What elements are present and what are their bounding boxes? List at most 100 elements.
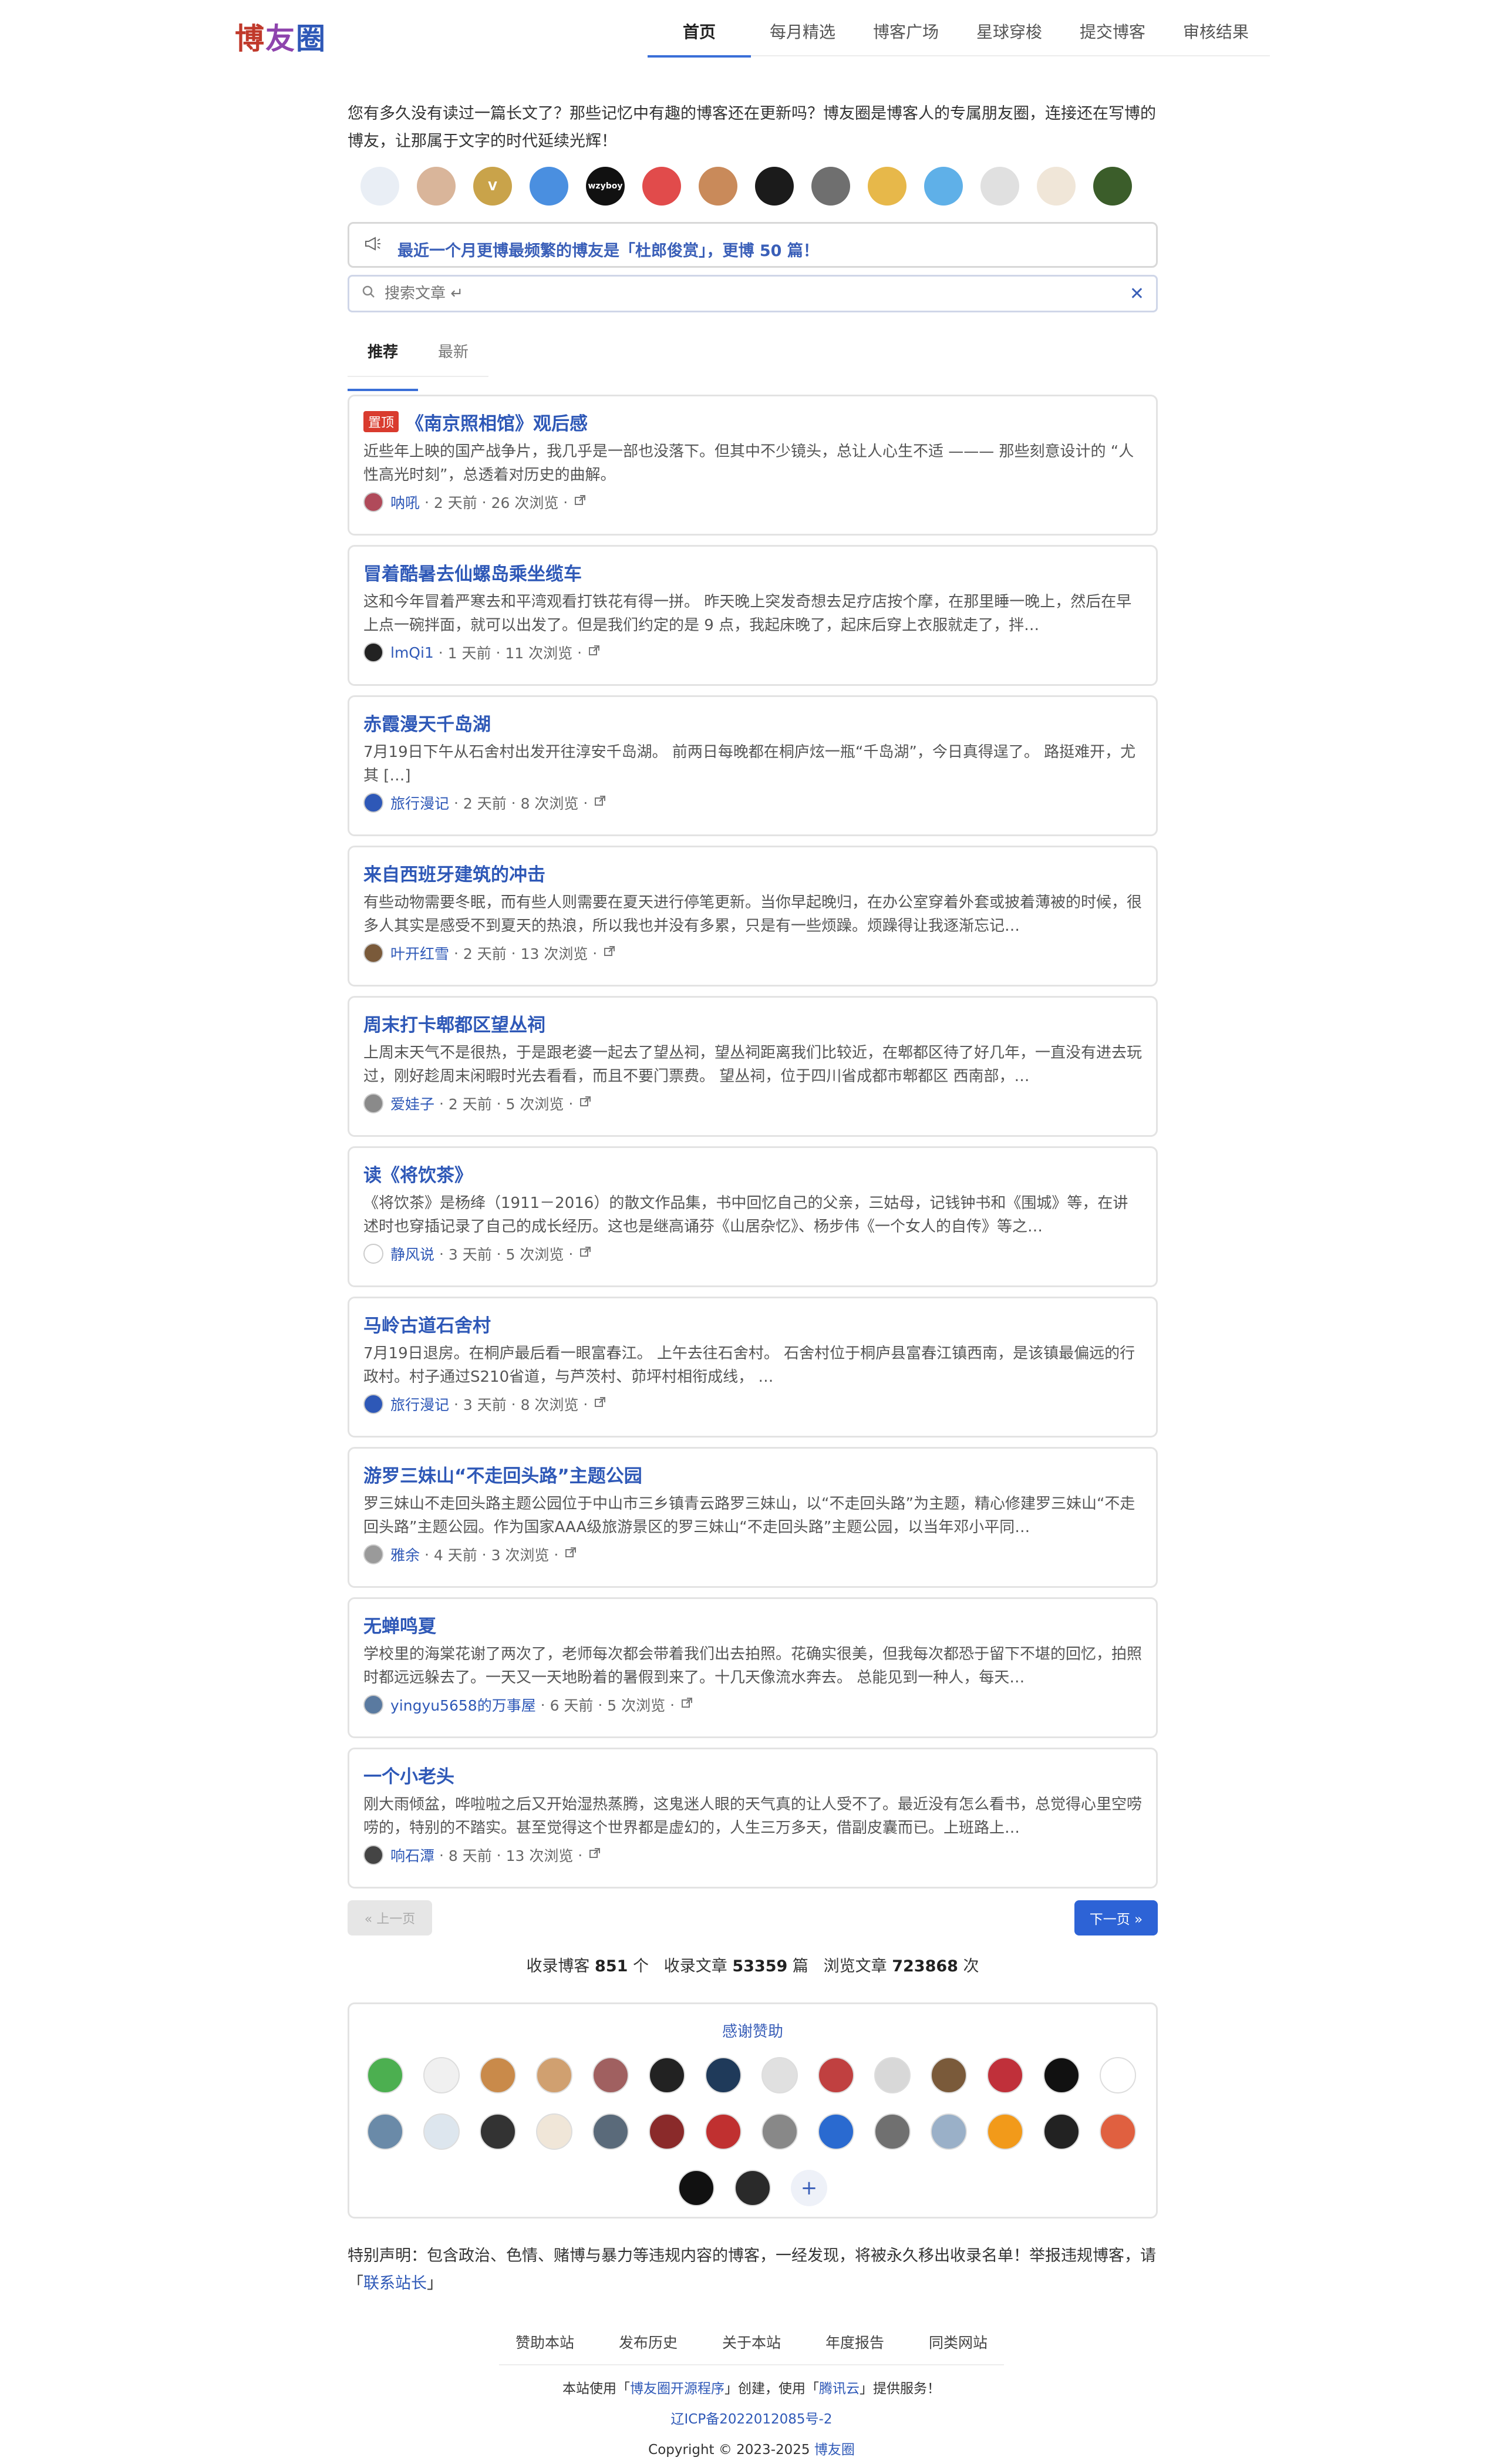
sponsors-title[interactable]: 感谢赞助 (349, 2019, 1156, 2041)
blogger-avatar[interactable]: V (473, 167, 512, 206)
footer-link-sponsor[interactable]: 赞助本站 (493, 2331, 597, 2352)
sponsor-avatar[interactable] (423, 2057, 460, 2093)
tab-latest[interactable]: 最新 (418, 342, 488, 376)
sponsor-avatar[interactable] (1043, 2113, 1080, 2150)
author-avatar[interactable] (363, 642, 383, 662)
post-author[interactable]: 雅余 (390, 1544, 420, 1565)
post-author[interactable]: 呐吼 (390, 492, 420, 513)
sponsor-avatar[interactable] (818, 2057, 854, 2093)
nav-square[interactable]: 博客广场 (854, 18, 958, 56)
post-title-text[interactable]: 读《将饮茶》 (363, 1160, 473, 1187)
external-link-icon[interactable] (579, 1095, 592, 1112)
sponsor-avatar[interactable] (649, 2057, 685, 2093)
post-title-text[interactable]: 冒着酷暑去仙螺岛乘坐缆车 (363, 559, 582, 585)
post-author[interactable]: 静风说 (390, 1243, 434, 1264)
post-title[interactable]: 马岭古道石舍村 (363, 1311, 1142, 1337)
post-title[interactable]: 来自西班牙建筑的冲击 (363, 860, 1142, 886)
nav-home[interactable]: 首页 (648, 18, 751, 58)
sponsor-avatar[interactable] (536, 2113, 572, 2150)
sponsor-avatar[interactable] (1043, 2057, 1080, 2093)
sponsor-avatar[interactable] (761, 2057, 798, 2093)
author-avatar[interactable] (363, 1544, 383, 1564)
external-link-icon[interactable] (603, 945, 616, 961)
post-title[interactable]: 无蝉鸣夏 (363, 1612, 1142, 1637)
search-input[interactable] (385, 285, 1089, 302)
post-title[interactable]: 周末打卡郫都区望丛祠 (363, 1010, 1142, 1036)
post-title[interactable]: 赤霞漫天千岛湖 (363, 710, 1142, 735)
author-avatar[interactable] (363, 1244, 383, 1264)
sponsor-avatar[interactable] (423, 2113, 460, 2150)
contact-admin-link[interactable]: 联系站长 (363, 2274, 427, 2293)
sponsor-avatar[interactable] (367, 2057, 403, 2093)
post-author[interactable]: lmQi1 (390, 644, 434, 661)
sponsor-avatar[interactable] (649, 2113, 685, 2150)
blogger-avatar[interactable] (1093, 167, 1132, 206)
external-link-icon[interactable] (594, 1396, 606, 1412)
post-title-text[interactable]: 周末打卡郫都区望丛祠 (363, 1010, 545, 1036)
external-link-icon[interactable] (680, 1696, 693, 1713)
nav-monthly[interactable]: 每月精选 (751, 18, 854, 56)
notice-text[interactable]: 最近一个月更博最频繁的博友是「杜郎俊赏」，更博 50 篇！ (397, 230, 819, 261)
sponsor-avatar[interactable] (705, 2057, 742, 2093)
sponsor-avatar[interactable] (931, 2057, 967, 2093)
sponsor-avatar[interactable] (705, 2113, 742, 2150)
post-title-text[interactable]: 《南京照相馆》观后感 (406, 409, 588, 435)
post-title-text[interactable]: 赤霞漫天千岛湖 (363, 709, 491, 736)
post-title-text[interactable]: 无蝉鸣夏 (363, 1611, 436, 1638)
add-sponsor-button[interactable]: + (791, 2170, 827, 2206)
author-avatar[interactable] (363, 1845, 383, 1865)
sponsor-avatar[interactable] (987, 2057, 1023, 2093)
tencent-cloud-link[interactable]: 腾讯云 (819, 2381, 860, 2396)
blogger-avatar[interactable] (642, 167, 681, 206)
post-author[interactable]: 响石潭 (390, 1844, 434, 1866)
footer-link-history[interactable]: 发布历史 (597, 2331, 700, 2352)
sponsor-avatar[interactable] (367, 2113, 403, 2150)
site-logo[interactable]: 博 友 圈 (235, 15, 326, 58)
post-author[interactable]: 爱娃子 (390, 1093, 434, 1114)
footer-link-about[interactable]: 关于本站 (700, 2331, 803, 2352)
next-page-button[interactable]: 下一页 » (1074, 1900, 1158, 1935)
blogger-avatar[interactable] (1037, 167, 1076, 206)
external-link-icon[interactable] (588, 1847, 601, 1863)
sponsor-avatar[interactable] (987, 2113, 1023, 2150)
nav-shuttle[interactable]: 星球穿梭 (958, 18, 1061, 56)
post-title-text[interactable]: 马岭古道石舍村 (363, 1311, 491, 1337)
sponsor-avatar[interactable] (734, 2170, 771, 2206)
post-author[interactable]: 旅行漫记 (390, 792, 449, 813)
blogger-avatar[interactable] (417, 167, 456, 206)
sponsor-avatar[interactable] (592, 2057, 629, 2093)
copyright-site-link[interactable]: 博友圈 (814, 2442, 855, 2458)
sponsor-avatar[interactable] (761, 2113, 798, 2150)
sponsor-avatar[interactable] (480, 2057, 516, 2093)
prev-page-button[interactable]: « 上一页 (348, 1900, 432, 1935)
post-title-text[interactable]: 来自西班牙建筑的冲击 (363, 860, 545, 886)
post-title[interactable]: 游罗三妹山“不走回头路”主题公园 (363, 1461, 1142, 1487)
external-link-icon[interactable] (564, 1546, 577, 1563)
blogger-avatar[interactable] (811, 167, 850, 206)
blogger-avatar[interactable] (980, 167, 1019, 206)
author-avatar[interactable] (363, 1695, 383, 1715)
sponsor-avatar[interactable] (874, 2113, 911, 2150)
author-avatar[interactable] (363, 492, 383, 512)
author-avatar[interactable] (363, 943, 383, 963)
sponsor-avatar[interactable] (1100, 2113, 1136, 2150)
post-title[interactable]: 一个小老头 (363, 1762, 1142, 1788)
post-author[interactable]: 叶开红雪 (390, 942, 449, 964)
post-title[interactable]: 置顶 《南京照相馆》观后感 (363, 409, 1142, 435)
footer-link-similar[interactable]: 同类网站 (906, 2331, 1010, 2352)
external-link-icon[interactable] (594, 795, 606, 811)
external-link-icon[interactable] (579, 1246, 592, 1262)
footer-link-report[interactable]: 年度报告 (803, 2331, 906, 2352)
nav-submit[interactable]: 提交博客 (1061, 18, 1164, 56)
external-link-icon[interactable] (588, 644, 601, 661)
blogger-avatar[interactable] (530, 167, 568, 206)
post-title[interactable]: 读《将饮茶》 (363, 1161, 1142, 1186)
sponsor-avatar[interactable] (931, 2113, 967, 2150)
external-link-icon[interactable] (574, 494, 587, 510)
post-title-text[interactable]: 游罗三妹山“不走回头路”主题公园 (363, 1461, 642, 1487)
post-title[interactable]: 冒着酷暑去仙螺岛乘坐缆车 (363, 559, 1142, 585)
author-avatar[interactable] (363, 1394, 383, 1414)
sponsor-avatar[interactable] (818, 2113, 854, 2150)
post-author[interactable]: yingyu5658的万事屋 (390, 1694, 536, 1715)
post-author[interactable]: 旅行漫记 (390, 1393, 449, 1415)
